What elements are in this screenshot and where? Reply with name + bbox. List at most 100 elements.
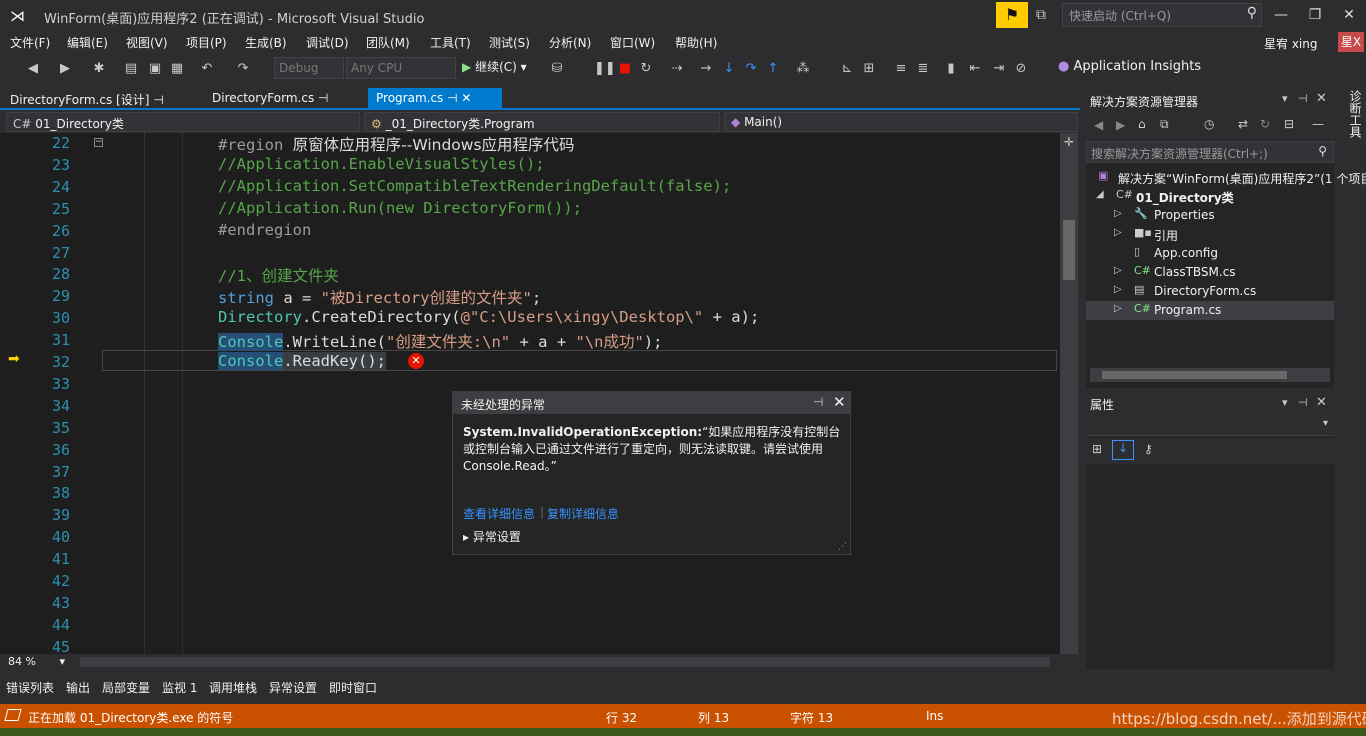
user-name[interactable]: 星宥 xing bbox=[1264, 35, 1317, 52]
uncomment-icon[interactable]: ≣ bbox=[914, 60, 932, 78]
scroll-thumb[interactable] bbox=[1102, 371, 1287, 379]
quick-launch-input[interactable]: 快速启动 (Ctrl+Q) ⚲ bbox=[1062, 3, 1262, 27]
menu-view[interactable]: 视图(V) bbox=[126, 34, 168, 51]
scroll-thumb[interactable] bbox=[1063, 220, 1075, 280]
tab-output[interactable]: 输出 bbox=[66, 679, 90, 696]
collapse-all-icon[interactable]: ⊟ bbox=[1284, 117, 1294, 131]
close-panel-icon[interactable]: ✕ bbox=[1316, 395, 1327, 410]
show-next-statement-icon[interactable]: ⇢ bbox=[668, 60, 686, 78]
expand-arrow-icon[interactable]: ▷ bbox=[1114, 265, 1122, 276]
maximize-button[interactable]: ❐ bbox=[1300, 4, 1330, 26]
sync-icon[interactable]: ⇄ bbox=[1238, 117, 1248, 131]
back-icon[interactable]: ◀ bbox=[1094, 118, 1103, 132]
tab-watch-1[interactable]: 监视 1 bbox=[162, 679, 197, 696]
tab-exception-settings[interactable]: 异常设置 bbox=[269, 679, 317, 696]
notifications-icon[interactable]: ⧉ bbox=[1036, 4, 1056, 26]
bookmark-icon[interactable]: ▮ bbox=[942, 60, 960, 78]
exception-error-icon[interactable]: ✕ bbox=[408, 353, 424, 369]
member-select[interactable]: ◆ Main() bbox=[724, 112, 1078, 132]
tree-item-project[interactable]: ◢ C# 01_Directory类 bbox=[1086, 187, 1334, 206]
close-tab-icon[interactable]: ✕ bbox=[461, 91, 471, 105]
menu-tools[interactable]: 工具(T) bbox=[430, 34, 471, 51]
expand-arrow-icon[interactable]: ▷ bbox=[1114, 208, 1122, 219]
tab-directoryform-designer[interactable]: DirectoryForm.cs [设计] ⊣ bbox=[2, 88, 172, 110]
continue-button[interactable]: ▶ 继续(C) ▾ bbox=[462, 58, 527, 75]
tree-item-directoryform[interactable]: ▷ ▤ DirectoryForm.cs bbox=[1086, 282, 1334, 301]
platform-select[interactable]: Any CPU bbox=[346, 57, 456, 79]
step-next-icon[interactable]: → bbox=[697, 60, 715, 78]
redo-icon[interactable]: ↷ bbox=[234, 60, 252, 78]
menu-project[interactable]: 项目(P) bbox=[186, 34, 227, 51]
tab-program[interactable]: Program.cs ⊣ ✕ bbox=[368, 88, 502, 110]
collapse-region-icon[interactable]: − bbox=[94, 138, 103, 147]
menu-window[interactable]: 窗口(W) bbox=[610, 34, 655, 51]
source-control-watermark[interactable]: https://blog.csdn.net/...添加到源代码管理 bbox=[1112, 708, 1366, 729]
close-button[interactable]: ✕ bbox=[1334, 4, 1364, 26]
open-file-icon[interactable]: ▤ bbox=[122, 60, 140, 78]
dropdown-icon[interactable]: ▾ bbox=[1282, 92, 1288, 105]
comment-icon[interactable]: ≡ bbox=[892, 60, 910, 78]
close-popup-icon[interactable]: ✕ bbox=[833, 393, 846, 411]
thread-icon[interactable]: ⊾ bbox=[838, 60, 856, 78]
step-over-icon[interactable]: ↷ bbox=[742, 60, 760, 78]
stack-frame-icon[interactable]: ⊞ bbox=[860, 60, 878, 78]
home-icon[interactable]: ⌂ bbox=[1138, 117, 1146, 131]
hex-display-icon[interactable]: ⁂ bbox=[794, 60, 812, 78]
collapse-arrow-icon[interactable]: ◢ bbox=[1096, 189, 1104, 200]
step-into-icon[interactable]: ↓ bbox=[720, 60, 738, 78]
tree-item-references[interactable]: ▷ ■▪ 引用 bbox=[1086, 225, 1334, 244]
forward-icon[interactable]: ▶ bbox=[1116, 118, 1125, 132]
project-select[interactable]: C# 01_Directory类 bbox=[6, 112, 360, 132]
tree-item-appconfig[interactable]: ▯ App.config bbox=[1086, 244, 1334, 263]
solution-config-select[interactable]: Debug bbox=[274, 57, 344, 79]
expand-arrow-icon[interactable]: ▷ bbox=[1114, 227, 1122, 238]
restart-icon[interactable]: ↻ bbox=[637, 60, 655, 78]
view-details-link[interactable]: 查看详细信息 bbox=[463, 505, 535, 522]
pin-icon[interactable]: ⊣ bbox=[153, 93, 163, 107]
pin-icon[interactable]: ⊣ bbox=[813, 395, 823, 409]
property-pages-icon[interactable]: ⚷ bbox=[1144, 442, 1153, 456]
prev-bookmark-icon[interactable]: ⇤ bbox=[966, 60, 984, 78]
feedback-flag-icon[interactable]: ⚑ bbox=[996, 2, 1028, 28]
tree-item-properties[interactable]: ▷ 🔧 Properties bbox=[1086, 206, 1334, 225]
dropdown-icon[interactable]: ▾ bbox=[1282, 396, 1288, 409]
close-panel-icon[interactable]: ✕ bbox=[1316, 91, 1327, 106]
resize-grip-icon[interactable]: ⋰ bbox=[838, 542, 847, 552]
tab-locals[interactable]: 局部变量 bbox=[102, 679, 150, 696]
pin-icon[interactable]: ⊣ bbox=[1298, 92, 1308, 105]
tab-immediate-window[interactable]: 即时窗口 bbox=[329, 679, 377, 696]
save-icon[interactable]: ▣ bbox=[146, 60, 164, 78]
pin-icon[interactable]: ⊣ bbox=[1298, 396, 1308, 409]
exception-settings-expander[interactable]: ▸ 异常设置 bbox=[463, 528, 521, 545]
expand-arrow-icon[interactable]: ▷ bbox=[1114, 303, 1122, 314]
user-avatar[interactable]: 星X bbox=[1338, 32, 1364, 52]
properties-object-select[interactable]: ▾ bbox=[1086, 414, 1334, 436]
split-view-icon[interactable]: ✛ bbox=[1064, 135, 1074, 149]
stop-icon[interactable]: ■ bbox=[616, 60, 634, 78]
expand-arrow-icon[interactable]: ▷ bbox=[1114, 284, 1122, 295]
pin-icon[interactable]: ⊣ bbox=[318, 91, 328, 105]
browser-link-icon[interactable]: ⛁ bbox=[548, 60, 566, 78]
type-select[interactable]: ⚙ _01_Directory类.Program bbox=[364, 112, 720, 132]
navigate-forward-icon[interactable]: ▶ bbox=[56, 60, 74, 78]
zoom-level-select[interactable]: 84 % ▾ bbox=[8, 655, 65, 668]
menu-file[interactable]: 文件(F) bbox=[10, 34, 50, 51]
alphabetical-icon[interactable]: ↓ bbox=[1112, 440, 1134, 460]
pause-icon[interactable]: ❚❚ bbox=[594, 60, 616, 78]
menu-edit[interactable]: 编辑(E) bbox=[67, 34, 108, 51]
tab-call-stack[interactable]: 调用堆栈 bbox=[209, 679, 257, 696]
tab-error-list[interactable]: 错误列表 bbox=[6, 679, 54, 696]
pin-icon[interactable]: ⊣ bbox=[447, 91, 457, 105]
clear-bookmarks-icon[interactable]: ⊘ bbox=[1012, 60, 1030, 78]
categorized-icon[interactable]: ⊞ bbox=[1092, 442, 1102, 456]
tree-item-solution[interactable]: ▣ 解决方案“WinForm(桌面)应用程序2”(1 个项目) bbox=[1086, 168, 1366, 187]
menu-debug[interactable]: 调试(D) bbox=[306, 34, 349, 51]
properties-icon[interactable]: — bbox=[1312, 117, 1324, 131]
application-insights-button[interactable]: ● Application Insights bbox=[1058, 59, 1201, 74]
minimize-button[interactable]: — bbox=[1266, 4, 1296, 26]
diagnostic-tools-tab[interactable]: 诊断工具 bbox=[1338, 88, 1364, 148]
save-all-icon[interactable]: ▦ bbox=[168, 60, 186, 78]
step-out-icon[interactable]: ↑ bbox=[764, 60, 782, 78]
tree-item-classtbsm[interactable]: ▷ C# ClassTBSM.cs bbox=[1086, 263, 1334, 282]
switch-views-icon[interactable]: ⧉ bbox=[1160, 117, 1169, 132]
